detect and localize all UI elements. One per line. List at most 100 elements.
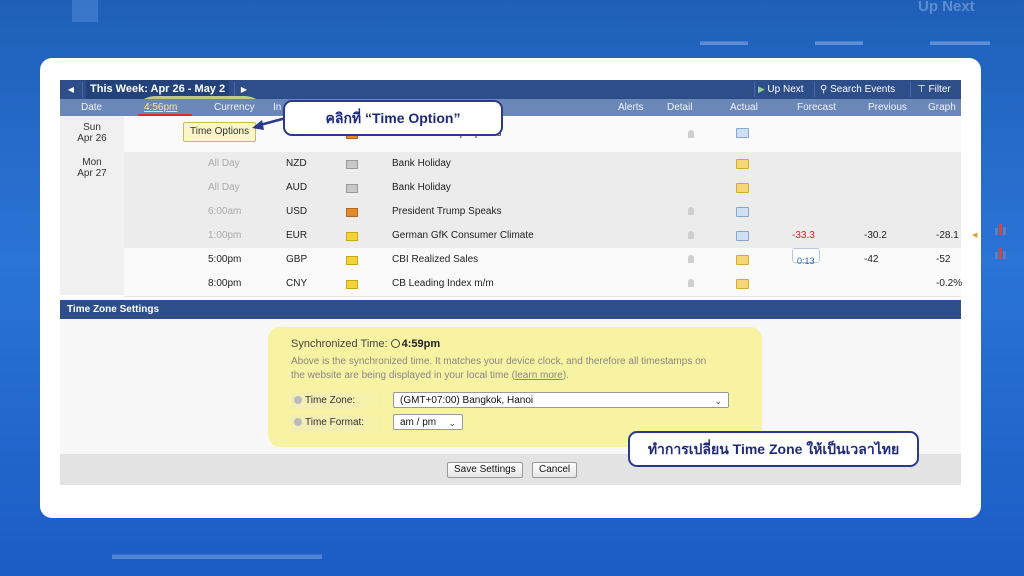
bell-icon[interactable] — [688, 279, 694, 287]
background-up-next: Up Next — [918, 0, 975, 15]
detail-folder-icon[interactable] — [736, 279, 749, 289]
bell-icon[interactable] — [688, 130, 694, 138]
chevron-down-icon: ⌄ — [448, 418, 456, 428]
col-currency: Currency — [214, 102, 255, 113]
info-icon — [294, 418, 302, 426]
time-format-value: am / pm — [400, 417, 437, 428]
impact-icon — [346, 232, 358, 241]
countdown-badge: 0:13 — [792, 248, 820, 266]
detail-folder-icon[interactable] — [736, 231, 749, 241]
day-cell-sun: Sun Apr 26 — [60, 116, 125, 152]
table-row[interactable]: 5:00pm GBP CBI Realized Sales 0:13 -42 -… — [124, 248, 1006, 273]
table-row[interactable]: All Day NZD Bank Holiday — [124, 152, 961, 177]
impact-icon — [346, 184, 358, 193]
event-previous: -0.2% — [936, 278, 963, 289]
timezone-settings-title: Time Zone Settings — [67, 304, 160, 315]
time-format-label-text: Time Format: — [305, 417, 365, 428]
detail-folder-icon[interactable] — [736, 183, 749, 193]
clock-icon — [390, 339, 400, 348]
event-forecast: -42 — [864, 254, 879, 265]
event-currency: AUD — [286, 182, 308, 193]
divider — [754, 82, 755, 97]
bell-icon[interactable] — [688, 231, 694, 239]
day-cell-mon: Mon Apr 27 — [60, 152, 125, 295]
play-icon: ▶ — [758, 84, 768, 94]
col-detail: Detail — [667, 102, 693, 113]
col-date: Date — [81, 102, 103, 113]
detail-folder-icon[interactable] — [736, 207, 749, 217]
search-events-label: Search Events — [830, 84, 896, 95]
time-options-tooltip: Time Options — [183, 122, 257, 142]
bell-icon[interactable] — [688, 207, 694, 215]
event-time: All Day — [208, 158, 240, 169]
divider — [814, 82, 815, 97]
table-row[interactable]: 8:00pm CNY CB Leading Index m/m -0.2% — [124, 272, 963, 297]
divider — [82, 82, 83, 97]
revised-arrow-icon: ◀ — [972, 232, 978, 239]
background-blur-text: ▬▬▬▬ — [815, 34, 863, 48]
event-forecast: -30.2 — [864, 230, 887, 241]
col-forecast: Forecast — [797, 102, 836, 113]
event-time: 8:00pm — [208, 278, 242, 289]
desc-text: Above is the synchronized time. It match… — [291, 356, 707, 381]
impact-icon — [346, 256, 358, 265]
col-graph: Graph — [928, 102, 956, 113]
graph-icon[interactable] — [995, 248, 1009, 259]
col-alerts: Alerts — [618, 102, 644, 113]
timezone-select[interactable]: (GMT+07:00) Bangkok, Hanoi ⌄ — [393, 392, 729, 408]
save-settings-button[interactable]: Save Settings — [447, 462, 523, 478]
background-blur-text: ▬▬▬▬▬▬▬▬▬▬▬▬▬▬ — [112, 546, 322, 563]
info-icon — [294, 396, 302, 404]
column-header: Date 4:56pm Currency In Alerts Detail Ac… — [60, 99, 961, 116]
filter-icon: ⊤ — [917, 84, 929, 95]
event-title[interactable]: Bank Holiday — [392, 176, 451, 200]
up-next-label: Up Next — [767, 84, 804, 95]
day-name: Mon — [82, 157, 102, 168]
graph-icon[interactable] — [995, 224, 1009, 235]
event-previous: -28.1 — [936, 230, 959, 241]
desc-text-end: ). — [562, 370, 569, 381]
event-time: 5:00pm — [208, 254, 242, 265]
col-previous: Previous — [868, 102, 907, 113]
prev-week-icon[interactable]: ◀ — [62, 80, 80, 99]
event-currency: EUR — [286, 230, 308, 241]
detail-folder-icon[interactable] — [736, 128, 749, 138]
filter-button[interactable]: ⊤ Filter — [917, 80, 951, 99]
event-title[interactable]: CBI Realized Sales — [392, 248, 478, 272]
up-next-button[interactable]: ▶ Up Next — [758, 80, 804, 99]
cancel-button[interactable]: Cancel — [532, 462, 578, 478]
timezone-settings-header: Time Zone Settings — [60, 300, 961, 319]
col-actual: Actual — [730, 102, 758, 113]
sync-time-value: 4:59pm — [401, 338, 441, 350]
event-time: 6:00am — [208, 206, 242, 217]
event-currency: GBP — [286, 254, 308, 265]
day-date: Apr 26 — [77, 133, 107, 144]
synchronized-time: Synchronized Time: 4:59pm — [291, 338, 440, 350]
event-title[interactable]: German GfK Consumer Climate — [392, 224, 534, 248]
bell-icon[interactable] — [688, 255, 694, 263]
detail-folder-icon[interactable] — [736, 159, 749, 169]
search-events-button[interactable]: ⚲ Search Events — [820, 80, 895, 99]
day-date: Apr 27 — [77, 168, 107, 179]
detail-folder-icon[interactable] — [736, 255, 749, 265]
event-actual: -33.3 — [792, 230, 815, 241]
background-logo — [72, 0, 98, 22]
event-previous: -52 — [936, 254, 951, 265]
timezone-value: (GMT+07:00) Bangkok, Hanoi — [400, 395, 534, 406]
event-currency: USD — [286, 206, 308, 217]
impact-icon — [346, 208, 358, 217]
filter-label: Filter — [928, 84, 951, 95]
sync-label: Synchronized Time: — [291, 338, 388, 350]
time-format-select[interactable]: am / pm ⌄ — [393, 414, 463, 430]
impact-icon — [346, 160, 358, 169]
event-title[interactable]: Bank Holiday — [392, 152, 451, 176]
event-title[interactable]: President Trump Speaks — [392, 200, 502, 224]
learn-more-link[interactable]: learn more — [515, 370, 563, 381]
table-row[interactable]: All Day AUD Bank Holiday — [124, 176, 961, 201]
event-currency: CNY — [286, 278, 308, 289]
table-row[interactable]: 6:00am USD President Trump Speaks — [124, 200, 961, 225]
event-title[interactable]: CB Leading Index m/m — [392, 272, 494, 296]
table-row[interactable]: 1:00pm EUR German GfK Consumer Climate -… — [124, 224, 1006, 249]
event-time: All Day — [208, 182, 240, 193]
event-currency: NZD — [286, 158, 307, 169]
